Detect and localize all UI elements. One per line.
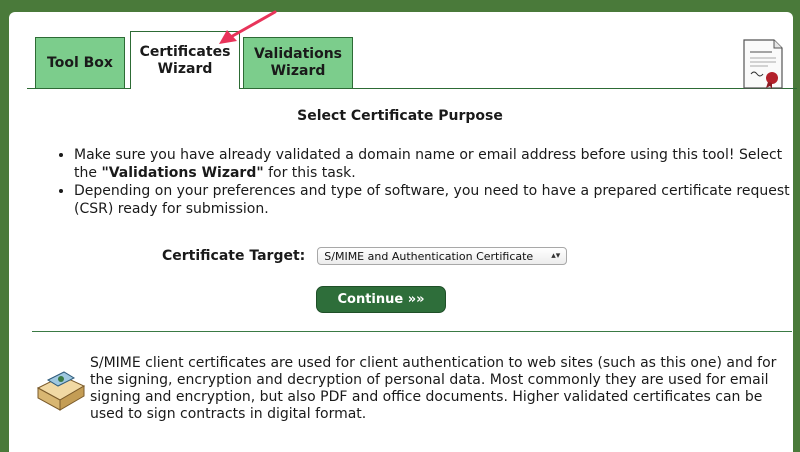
certificate-target-row: Certificate Target: S/MIME and Authentic… [162, 247, 568, 265]
annotation-arrow-icon [219, 10, 277, 44]
tab-certificates-wizard-label: Certificates Wizard [139, 43, 231, 77]
instruction-item: Depending on your preferences and type o… [74, 182, 794, 218]
instruction-item: Make sure you have already validated a d… [74, 146, 794, 182]
package-icon [36, 371, 86, 411]
certificate-target-select[interactable]: S/MIME and Authentication Certificate ▴▾ [317, 247, 568, 265]
certificate-document-icon [743, 39, 783, 89]
section-divider [32, 331, 792, 332]
validations-wizard-mention: "Validations Wizard" [101, 165, 264, 181]
tab-validations-wizard-label: Validations Wizard [254, 46, 342, 79]
smime-description: S/MIME client certificates are used for … [90, 355, 777, 422]
continue-button[interactable]: Continue »» [316, 286, 446, 313]
tab-toolbox[interactable]: Tool Box [35, 37, 125, 88]
instruction-text-end: for this task. [263, 165, 356, 181]
select-chevron-icon: ▴▾ [551, 251, 561, 261]
certificate-target-label: Certificate Target: [162, 248, 306, 264]
page-title: Select Certificate Purpose [297, 108, 503, 124]
tab-toolbox-label: Tool Box [47, 54, 113, 71]
instruction-list: Make sure you have already validated a d… [54, 146, 794, 218]
certificate-target-value: S/MIME and Authentication Certificate [324, 249, 534, 263]
active-tab-gap [131, 88, 239, 90]
